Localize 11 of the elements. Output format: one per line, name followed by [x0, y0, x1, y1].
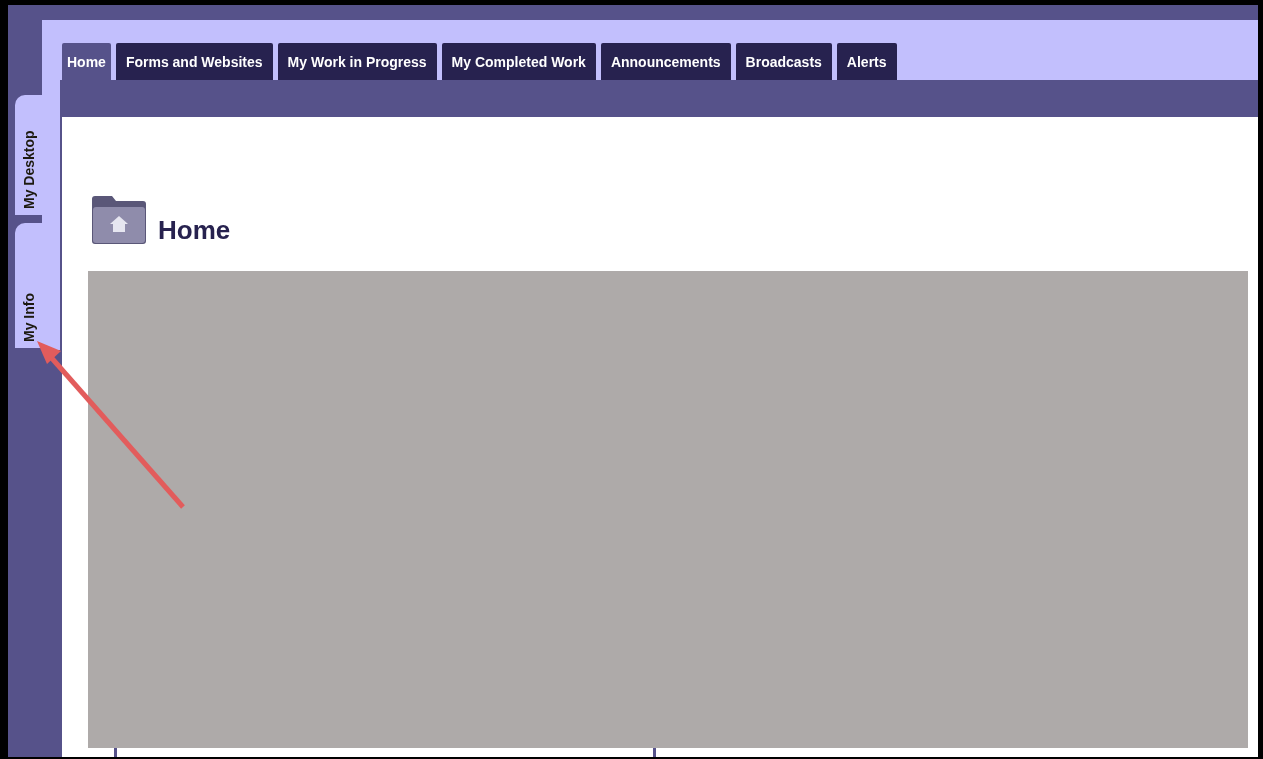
tab[interactable]: My Completed Work: [441, 43, 596, 80]
side-tab[interactable]: My Info: [15, 223, 42, 348]
tab[interactable]: Home: [62, 43, 111, 80]
tab[interactable]: Announcements: [600, 43, 731, 80]
side-tab[interactable]: My Desktop: [15, 95, 42, 215]
page-title: Home: [158, 215, 231, 245]
tab[interactable]: Broadcasts: [735, 43, 832, 80]
tab[interactable]: Forms and Websites: [115, 43, 273, 80]
tab[interactable]: Alerts: [836, 43, 897, 80]
folder-home-icon: [90, 195, 148, 245]
tab[interactable]: My Work in Progress: [277, 43, 437, 80]
